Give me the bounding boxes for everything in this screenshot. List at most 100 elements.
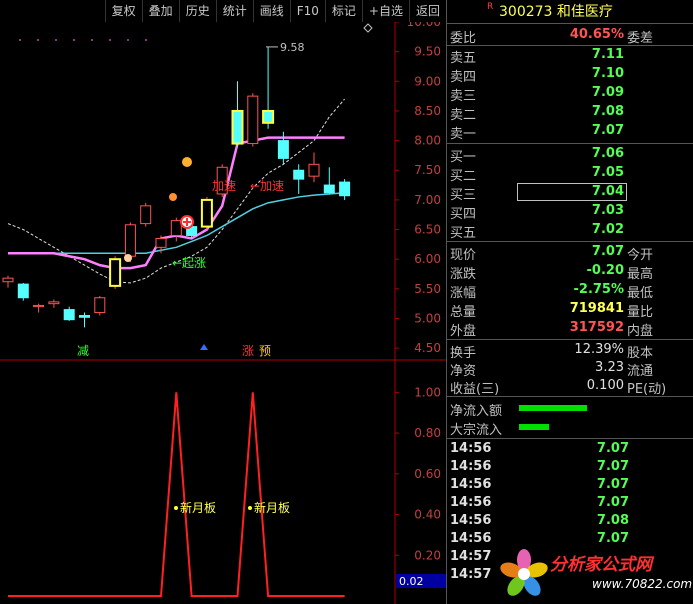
candle-body bbox=[109, 258, 122, 287]
ask-label: 卖二 bbox=[450, 108, 477, 123]
fruit-icon bbox=[169, 193, 177, 201]
trade-time: 14:56 bbox=[450, 531, 492, 546]
top-dot bbox=[145, 39, 147, 41]
trade-price: 7.07 bbox=[596, 495, 629, 510]
ask-row[interactable]: 卖二 7.08 bbox=[447, 103, 693, 123]
label-dot bbox=[248, 506, 252, 510]
indicator-annotation: 新月板 bbox=[180, 500, 216, 515]
top-dot bbox=[91, 39, 93, 41]
ask-price: 7.09 bbox=[591, 85, 624, 100]
divider bbox=[447, 241, 693, 242]
weibi-row: 委比 40.65% 委差 bbox=[447, 26, 693, 46]
chart-annotation: ←加速 bbox=[250, 179, 284, 193]
stat-row: 总量 719841 量比 bbox=[447, 300, 693, 320]
bid-price: 7.06 bbox=[591, 146, 624, 161]
stat-label2: 最低 bbox=[627, 286, 654, 301]
candle-body bbox=[2, 277, 14, 283]
finance-label2: PE(动) bbox=[627, 382, 667, 397]
trade-time: 14:56 bbox=[450, 513, 492, 528]
diamond-icon bbox=[363, 23, 373, 33]
stat-row: 外盘 317592 内盘 bbox=[447, 319, 693, 339]
stat-label: 涨幅 bbox=[450, 286, 477, 301]
watermark-logo: 分析家公式网 www.70822.com bbox=[496, 544, 693, 604]
chart-svg[interactable]: 10.00 9.50 9.00 8.50 8.00 7.50 7.00 6.50 6.00 5.5… bbox=[0, 22, 446, 604]
flow-bar bbox=[519, 405, 587, 411]
y-tick-label: 7.00 bbox=[414, 193, 441, 207]
toolbar-button-3[interactable]: 统计 bbox=[215, 0, 253, 22]
finance-row: 净资 3.23 流通 bbox=[447, 359, 693, 379]
flower-logo-icon bbox=[500, 549, 548, 596]
candle-body bbox=[277, 140, 289, 159]
bid-row[interactable]: 买四 7.03 bbox=[447, 202, 693, 222]
candle-body bbox=[262, 109, 275, 124]
stat-label: 涨跌 bbox=[450, 267, 477, 282]
chart-annotation: 涨 bbox=[242, 343, 254, 358]
bid-row[interactable]: 买一 7.06 bbox=[447, 145, 693, 165]
ask-row[interactable]: 卖五 7.11 bbox=[447, 46, 693, 66]
trade-row: 14:56 7.07 bbox=[447, 459, 693, 477]
ask-row[interactable]: 卖三 7.09 bbox=[447, 84, 693, 104]
y-tick-label: 6.00 bbox=[414, 252, 441, 266]
toolbar-button-5[interactable]: F10 bbox=[289, 0, 325, 22]
bid-row[interactable]: 买三 7.04 bbox=[447, 183, 693, 203]
fruit-icon bbox=[182, 157, 192, 167]
trade-row: 14:56 7.07 bbox=[447, 477, 693, 495]
y-tick-label: 7.50 bbox=[414, 163, 441, 177]
flow-bar bbox=[519, 424, 549, 430]
flow-label: 净流入额 bbox=[450, 404, 503, 419]
trade-price: 7.08 bbox=[596, 513, 629, 528]
toolbar-button-2[interactable]: 历史 bbox=[178, 0, 216, 22]
divider bbox=[447, 339, 693, 340]
candle-body bbox=[33, 304, 45, 308]
toolbar-button-0[interactable]: 复权 bbox=[104, 0, 142, 22]
stat-value: 317592 bbox=[569, 320, 624, 335]
stock-header: R 300273 和佳医疗 bbox=[447, 0, 693, 24]
stat-label2: 今开 bbox=[627, 248, 654, 263]
stat-label: 总量 bbox=[450, 305, 477, 320]
candle-body bbox=[339, 181, 351, 197]
toolbar-button-4[interactable]: 画线 bbox=[252, 0, 290, 22]
ask-row[interactable]: 卖四 7.10 bbox=[447, 65, 693, 85]
stat-label2: 内盘 bbox=[627, 324, 654, 339]
trade-time: 14:56 bbox=[450, 495, 492, 510]
kline-chart[interactable]: 10.00 9.50 9.00 8.50 8.00 7.50 7.00 6.50 6.00 5.5… bbox=[0, 22, 446, 604]
finance-row: 收益(三) 0.100 PE(动) bbox=[447, 377, 693, 397]
stat-value: -2.75% bbox=[573, 282, 625, 297]
bid-label: 买五 bbox=[450, 226, 477, 241]
finance-value: 12.39% bbox=[574, 342, 624, 357]
toolbar-button-7[interactable]: +自选 bbox=[361, 0, 409, 22]
divider bbox=[447, 143, 693, 144]
candle-body bbox=[170, 220, 182, 236]
trade-time: 14:56 bbox=[450, 459, 492, 474]
bid-row[interactable]: 买二 7.05 bbox=[447, 164, 693, 184]
candle-body bbox=[79, 315, 90, 318]
stat-label2: 量比 bbox=[627, 305, 654, 320]
flow-row: 大宗流入 bbox=[447, 418, 693, 438]
flow-row: 净流入额 bbox=[447, 399, 693, 419]
candle-body bbox=[94, 297, 106, 314]
high-marker-label: 9.58 bbox=[280, 41, 305, 54]
trade-row: 14:56 7.07 bbox=[447, 495, 693, 513]
y-tick-label: 8.00 bbox=[414, 134, 441, 148]
ask-label: 卖一 bbox=[450, 127, 477, 142]
bid-price: 7.02 bbox=[591, 222, 624, 237]
toolbar-button-8[interactable]: 返回 bbox=[408, 0, 446, 22]
stat-value: 7.07 bbox=[591, 244, 624, 259]
pink-signal-line bbox=[8, 136, 345, 270]
up-arrow-icon bbox=[200, 344, 208, 350]
trade-price: 7.07 bbox=[596, 477, 629, 492]
r-badge: R bbox=[487, 2, 494, 12]
finance-value: 3.23 bbox=[595, 360, 624, 375]
trade-time: 14:56 bbox=[450, 477, 492, 492]
candle-body bbox=[17, 283, 29, 299]
indicator-line bbox=[8, 392, 345, 597]
ask-row[interactable]: 卖一 7.07 bbox=[447, 122, 693, 142]
ind-y-tick-label: 1.00 bbox=[414, 385, 441, 399]
y-tick-label: 5.00 bbox=[414, 311, 441, 325]
toolbar-button-1[interactable]: 叠加 bbox=[141, 0, 179, 22]
finance-value: 0.100 bbox=[586, 378, 624, 393]
selected-box bbox=[517, 183, 627, 201]
toolbar-button-6[interactable]: 标记 bbox=[324, 0, 362, 22]
bid-row[interactable]: 买五 7.02 bbox=[447, 221, 693, 241]
stock-name: 和佳医疗 bbox=[556, 4, 613, 20]
